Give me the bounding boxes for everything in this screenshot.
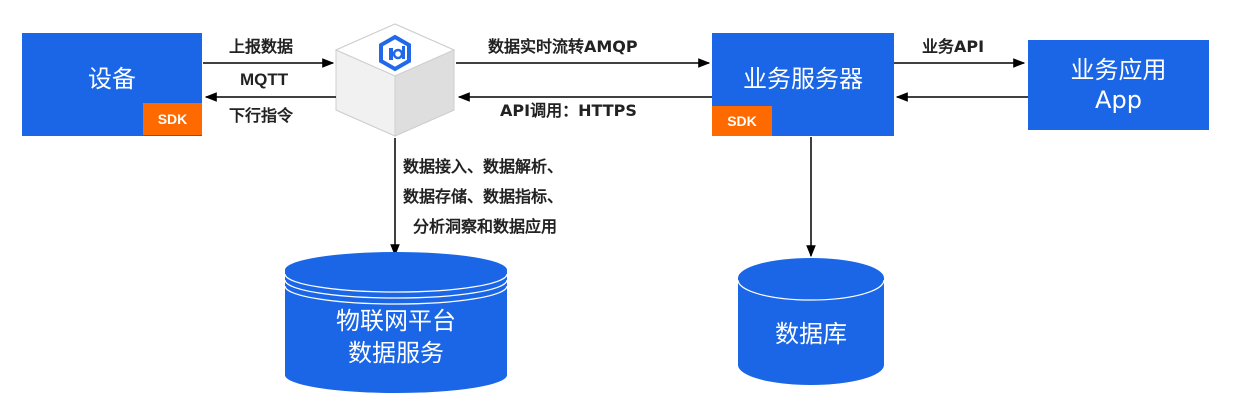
device-sdk-label: SDK — [157, 111, 188, 127]
edge-label-downlink-command: 下行指令 — [229, 106, 294, 125]
data-process-line2: 数据存储、数据指标、 — [403, 187, 564, 206]
edge-label-api-call: API调用：HTTPS — [500, 101, 637, 120]
business-server-sdk-badge: SDK — [712, 106, 772, 136]
data-process-text: 数据接入、数据解析、 数据存储、数据指标、 分析洞察和数据应用 — [403, 152, 563, 242]
business-app-label-line2: App — [1095, 86, 1142, 114]
iot-data-service-line2: 数据服务 — [348, 339, 444, 367]
device-sdk-badge: SDK — [143, 103, 202, 135]
business-app-label-line1: 业务应用 — [1070, 56, 1167, 84]
database-text: 数据库 — [775, 320, 847, 348]
edge-label-realtime-flow: 数据实时流转AMQP — [488, 37, 638, 56]
business-server-sdk-label: SDK — [727, 113, 757, 129]
database-label: 数据库 — [738, 318, 884, 350]
iot-hexagon-icon — [379, 34, 411, 72]
business-app-box: 业务应用 App — [1028, 40, 1209, 130]
iot-data-service-label: 物联网平台 数据服务 — [285, 305, 507, 369]
business-server-label: 业务服务器 — [743, 64, 863, 93]
edge-label-mqtt: MQTT — [240, 70, 289, 89]
data-process-line3: 分析洞察和数据应用 — [413, 217, 558, 236]
data-process-line1: 数据接入、数据解析、 — [403, 157, 564, 176]
edge-label-business-api: 业务API — [922, 37, 985, 56]
edge-label-report-data: 上报数据 — [229, 37, 294, 56]
device-label: 设备 — [88, 64, 136, 93]
iot-data-service-line1: 物联网平台 — [336, 307, 456, 335]
